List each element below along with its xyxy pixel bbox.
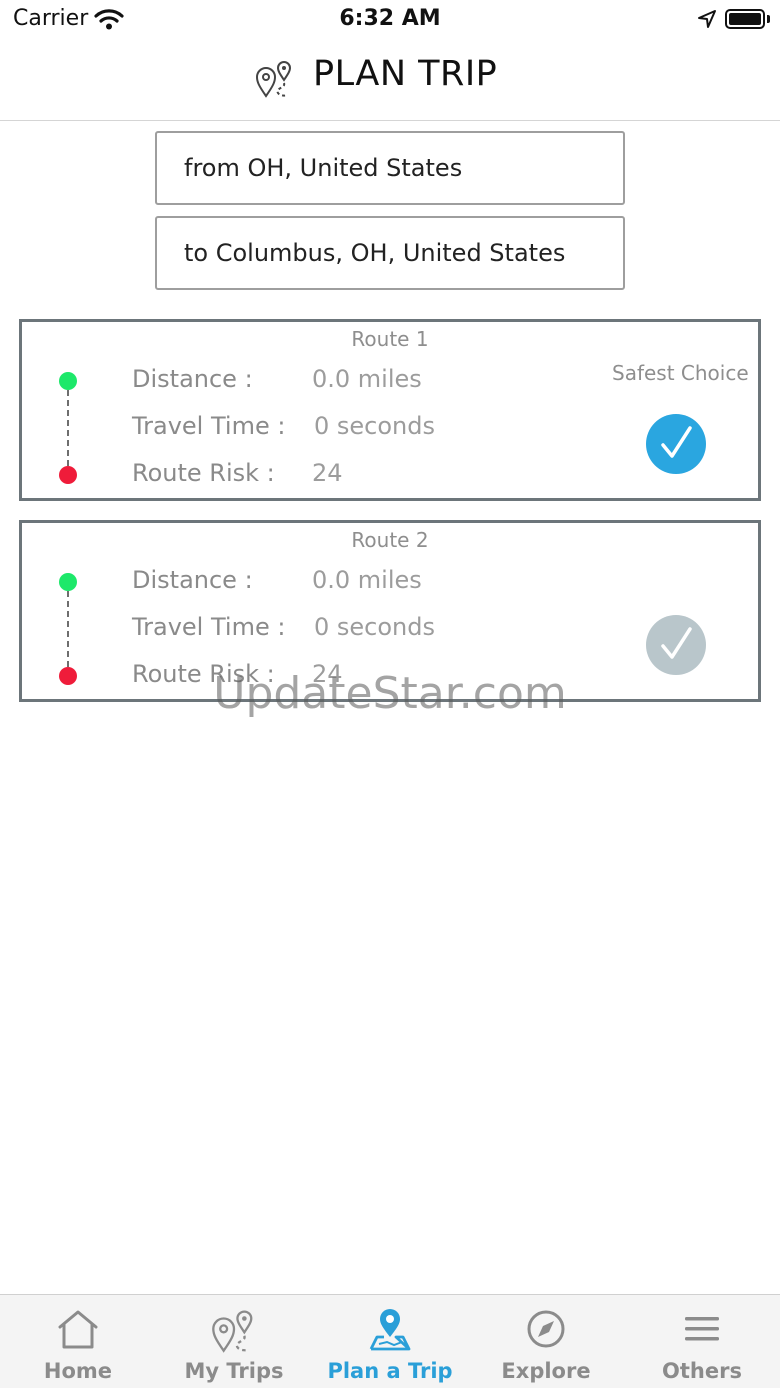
end-dot-icon [59,466,77,484]
to-location-input[interactable] [155,216,625,290]
start-dot-icon [59,573,77,591]
location-arrow-icon [697,9,717,33]
route-line [67,390,69,466]
from-location-input[interactable] [155,131,625,205]
route-line [67,591,69,667]
route-select-checkbox[interactable] [646,615,706,675]
tab-explore[interactable]: Explore [468,1295,624,1388]
distance-label: Distance : [132,365,253,393]
distance-value: 0.0 miles [312,365,422,393]
checkmark-icon [661,426,692,458]
clock: 6:32 AM [339,6,441,31]
start-dot-icon [59,372,77,390]
page-header: PLAN TRIP [0,40,780,121]
route-card-1[interactable]: Route 1 Distance : 0.0 miles Travel Time… [19,319,761,501]
travel-time-value: 0 seconds [314,412,435,440]
tab-my-trips[interactable]: My Trips [156,1295,312,1388]
tab-others[interactable]: Others [624,1295,780,1388]
tab-label: My Trips [184,1359,284,1383]
watermark: UpdateStar.com [213,668,567,719]
tab-label: Home [43,1359,113,1383]
safest-choice-badge: Safest Choice [612,361,749,385]
distance-label: Distance : [132,566,253,594]
tab-label: Explore [501,1359,591,1383]
route-select-checkbox[interactable] [646,414,706,474]
route-title: Route 1 [351,327,429,351]
map-pin-icon [367,1307,413,1357]
battery-cap [767,15,770,23]
route-pins-icon [255,58,295,102]
tab-plan-a-trip[interactable]: Plan a Trip [312,1295,468,1388]
compass-icon [524,1307,568,1355]
travel-time-label: Travel Time : [132,412,286,440]
menu-icon [680,1307,724,1355]
travel-time-label: Travel Time : [132,613,286,641]
route-risk-value: 24 [312,459,343,487]
tab-bar: Home My Trips Plan a Trip Explore Others [0,1294,780,1388]
route-title: Route 2 [351,528,429,552]
travel-time-value: 0 seconds [314,613,435,641]
status-bar: Carrier 6:32 AM [0,0,780,40]
page-title: PLAN TRIP [313,54,498,94]
route-risk-label: Route Risk : [132,459,275,487]
tab-label: Plan a Trip [327,1359,453,1383]
distance-value: 0.0 miles [312,566,422,594]
tab-label: Others [662,1359,742,1383]
route-pins-icon [210,1307,258,1357]
tab-home[interactable]: Home [0,1295,156,1388]
battery-icon [725,9,765,29]
home-icon [56,1307,100,1355]
checkmark-icon [661,627,692,659]
